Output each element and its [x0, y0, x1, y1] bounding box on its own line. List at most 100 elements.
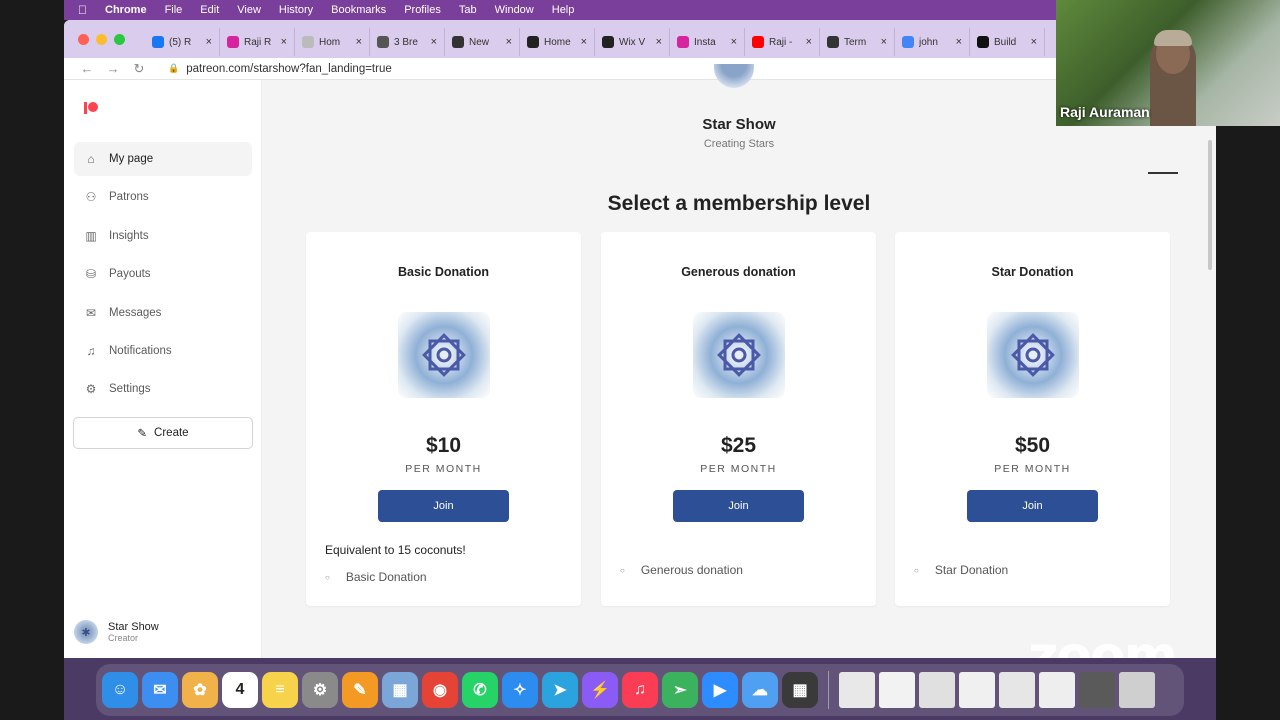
close-tab-icon[interactable]: × — [431, 36, 437, 48]
create-button[interactable]: ✎ Create — [73, 417, 253, 449]
music-icon[interactable]: ♫ — [622, 672, 658, 708]
forward-icon[interactable]: → — [100, 61, 126, 76]
preview-icon[interactable]: ▦ — [382, 672, 418, 708]
document-2-icon[interactable] — [879, 672, 915, 708]
document-6-icon[interactable] — [1039, 672, 1075, 708]
document-5-icon[interactable] — [999, 672, 1035, 708]
wallet-icon: ⛁ — [85, 267, 97, 282]
tab-title: Term — [844, 36, 867, 48]
section-title: Select a membership level — [607, 192, 871, 215]
close-tab-icon[interactable]: × — [506, 36, 512, 48]
messenger-icon[interactable]: ⚡ — [582, 672, 618, 708]
menu-view[interactable]: View — [237, 4, 261, 16]
tier-card-generous: Generous donation $25 PER MONTH Join ○ G… — [601, 232, 876, 606]
close-tab-icon[interactable]: × — [656, 36, 662, 48]
apple-icon[interactable]:  — [78, 3, 87, 17]
pages-icon[interactable]: ✎ — [342, 672, 378, 708]
url-field[interactable]: 🔒 patreon.com/starshow?fan_landing=true — [168, 63, 392, 75]
close-tab-icon[interactable]: × — [956, 36, 962, 48]
sidebar-item-settings[interactable]: ⚙ Settings — [74, 372, 252, 406]
calendar-icon[interactable]: 4 — [222, 672, 258, 708]
scrollbar[interactable] — [1208, 140, 1212, 270]
close-tab-icon[interactable]: × — [1031, 36, 1037, 48]
browser-tab[interactable]: john × — [895, 28, 970, 56]
home-icon: ⌂ — [87, 152, 95, 166]
mail-icon[interactable]: ✉ — [142, 672, 178, 708]
menu-file[interactable]: File — [165, 4, 183, 16]
browser-tab[interactable]: New × — [445, 28, 520, 56]
document-3-icon[interactable] — [919, 672, 955, 708]
document-4-icon[interactable] — [959, 672, 995, 708]
menu-help[interactable]: Help — [552, 4, 575, 16]
sidebar-item-patrons[interactable]: ⚇ Patrons — [74, 180, 252, 214]
close-tab-icon[interactable]: × — [881, 36, 887, 48]
menu-window[interactable]: Window — [495, 4, 534, 16]
sidebar-item-insights[interactable]: ▥ Insights — [74, 219, 252, 253]
menu-bookmarks[interactable]: Bookmarks — [331, 4, 386, 16]
instagram-icon — [227, 36, 239, 48]
join-button[interactable]: Join — [967, 490, 1098, 522]
menu-icon[interactable] — [1148, 172, 1178, 174]
browser-tab[interactable]: Insta × — [670, 28, 745, 56]
patreon-logo-icon[interactable] — [84, 102, 98, 114]
minimize-window-icon[interactable] — [96, 33, 107, 45]
reload-icon[interactable]: ↻ — [126, 61, 152, 77]
browser-tab[interactable]: 3 Bre × — [370, 28, 445, 56]
tab-title: Home — [544, 36, 571, 48]
close-tab-icon[interactable]: × — [806, 36, 812, 48]
system-preferences-icon[interactable]: ⚙ — [302, 672, 338, 708]
users-icon: ⚇ — [85, 190, 97, 205]
browser-tab[interactable]: Hom × — [295, 28, 370, 56]
close-tab-icon[interactable]: × — [731, 36, 737, 48]
close-tab-icon[interactable]: × — [281, 36, 287, 48]
address-bar: ← → ↻ 🔒 patreon.com/starshow?fan_landing… — [64, 58, 1216, 80]
finder-icon[interactable]: ☺ — [102, 672, 138, 708]
tier-period: PER MONTH — [405, 463, 482, 475]
menu-history[interactable]: History — [279, 4, 313, 16]
send-icon[interactable]: ➣ — [662, 672, 698, 708]
zoom-video-tile[interactable]: Raji Auraman — [1056, 0, 1280, 126]
chrome-icon[interactable]: ◉ — [422, 672, 458, 708]
zoom-window-icon[interactable] — [114, 33, 125, 45]
whatsapp-icon[interactable]: ✆ — [462, 672, 498, 708]
notes-icon[interactable]: ≡ — [262, 672, 298, 708]
safari-icon[interactable]: ✧ — [502, 672, 538, 708]
zoom-icon[interactable]: ▶ — [702, 672, 738, 708]
menu-profiles[interactable]: Profiles — [404, 4, 441, 16]
browser-tab[interactable]: Build × — [970, 28, 1045, 56]
browser-tab[interactable]: Raji R × — [220, 28, 295, 56]
menu-tab[interactable]: Tab — [459, 4, 477, 16]
document-1-icon[interactable] — [839, 672, 875, 708]
join-button[interactable]: Join — [378, 490, 509, 522]
close-window-icon[interactable] — [78, 33, 89, 45]
calculator-icon[interactable]: ▦ — [782, 672, 818, 708]
profile-menu[interactable]: ✱ Star Show Creator — [74, 620, 159, 644]
browser-tab[interactable]: Raji - × — [745, 28, 820, 56]
browser-tab[interactable]: Home × — [520, 28, 595, 56]
icloud-icon[interactable]: ☁ — [742, 672, 778, 708]
close-tab-icon[interactable]: × — [581, 36, 587, 48]
bell-icon: ♫ — [86, 343, 96, 358]
join-button[interactable]: Join — [673, 490, 804, 522]
leaf-icon — [377, 36, 389, 48]
telegram-icon[interactable]: ➤ — [542, 672, 578, 708]
tier-image — [987, 312, 1079, 398]
browser-tab[interactable]: Term × — [820, 28, 895, 56]
photos-icon[interactable]: ✿ — [182, 672, 218, 708]
app-menu[interactable]: Chrome — [105, 4, 147, 16]
sidebar-item-messages[interactable]: ✉ Messages — [74, 296, 252, 330]
tier-benefit: ○ Basic Donation — [325, 570, 427, 584]
calculator-doc-icon[interactable] — [1079, 672, 1115, 708]
menu-edit[interactable]: Edit — [200, 4, 219, 16]
browser-tab[interactable]: Wix V × — [595, 28, 670, 56]
back-icon[interactable]: ← — [74, 61, 100, 76]
tab-title: New — [469, 36, 490, 48]
sidebar-item-notifications[interactable]: ♫ Notifications — [74, 334, 252, 368]
close-tab-icon[interactable]: × — [356, 36, 362, 48]
trash-icon[interactable] — [1119, 672, 1155, 708]
close-tab-icon[interactable]: × — [206, 36, 212, 48]
sidebar-item-my-page[interactable]: ⌂ My page — [74, 142, 252, 176]
create-label: Create — [154, 427, 189, 439]
browser-tab[interactable]: (5) R × — [145, 28, 220, 56]
sidebar-item-payouts[interactable]: ⛁ Payouts — [74, 257, 252, 291]
